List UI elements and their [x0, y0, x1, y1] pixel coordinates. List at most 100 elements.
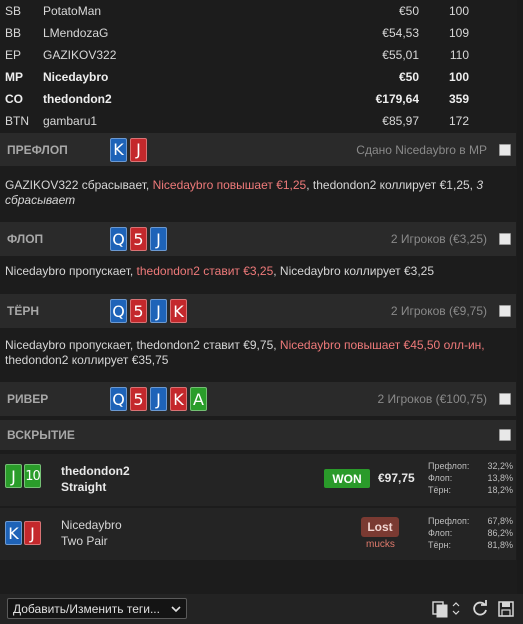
player-position: MP	[5, 70, 23, 84]
lost-badge: Lost	[361, 517, 399, 537]
loser-hand: Two Pair	[61, 534, 108, 548]
equity-row: Тёрн: 18,2%	[428, 484, 513, 496]
action-text: Nicedaybro пропускает,	[5, 264, 137, 278]
playing-card: K	[170, 299, 187, 323]
player-row: BTN gambaru1 €85,97 172	[0, 110, 523, 132]
loser-name: Nicedaybro	[61, 518, 122, 532]
player-name: GAZIKOV322	[43, 48, 117, 62]
equity-label: Тёрн:	[428, 485, 451, 495]
player-position: BB	[5, 26, 22, 40]
equity-row: Флоп: 13,8%	[428, 472, 513, 484]
street-turn-header: ТЁРН Q5JK 2 Игроков (€9,75)	[0, 294, 516, 328]
player-stack-bb: 109	[448, 26, 469, 40]
tags-dropdown-label: Добавить/Изменить теги...	[13, 601, 160, 616]
player-row: BB LMendozaG €54,53 109	[0, 22, 523, 44]
flop-actions: Nicedaybro пропускает, thedondon2 ставит…	[5, 264, 511, 279]
winner-cards: J 10	[5, 464, 41, 488]
street-preflop-header: ПРЕФЛОП KJ Сдано Nicedaybro в MP	[0, 133, 516, 166]
won-badge: WON	[324, 469, 370, 488]
preflop-checkbox[interactable]	[499, 143, 511, 156]
street-info: 2 Игроков (€3,25)	[390, 232, 487, 246]
showdown-checkbox[interactable]	[499, 429, 511, 441]
action-text: thedondon2 коллирует €35,75	[5, 353, 169, 367]
player-stack-bb: 100	[448, 4, 469, 18]
street-info: 2 Игроков (€9,75)	[390, 304, 487, 318]
save-icon[interactable]	[496, 599, 516, 619]
turn-actions: Nicedaybro пропускает, thedondon2 ставит…	[5, 338, 511, 368]
playing-card: A	[190, 387, 207, 411]
player-stack-bb: 100	[448, 70, 469, 84]
street-label: ФЛОП	[7, 232, 44, 246]
action-text: GAZIKOV322 сбрасывает,	[5, 178, 153, 192]
result-winner: J 10 thedondon2 Straight WON €97,75 Префл…	[0, 454, 516, 506]
street-label: ВСКРЫТИЕ	[7, 428, 75, 442]
equity-value: 18,2%	[487, 485, 513, 495]
player-stack-bb: 110	[449, 48, 469, 62]
river-checkbox[interactable]	[499, 393, 511, 405]
result-loser: KJ Nicedaybro Two Pair Lost mucks Префло…	[0, 508, 516, 560]
player-name: thedondon2	[43, 92, 112, 106]
won-amount: €97,75	[378, 471, 415, 485]
street-flop-header: ФЛОП Q5J 2 Игроков (€3,25)	[0, 222, 516, 256]
preflop-actions: GAZIKOV322 сбрасывает, Nicedaybro повыша…	[5, 178, 511, 208]
street-info: 2 Игроков (€100,75)	[377, 392, 488, 406]
flop-checkbox[interactable]	[499, 233, 511, 245]
action-text: Nicedaybro повышает €1,25	[152, 178, 307, 192]
equity-value: 81,8%	[487, 540, 513, 550]
player-stack: €50	[398, 70, 419, 84]
equity-label: Префлоп:	[428, 461, 470, 471]
equity-row: Флоп: 86,2%	[428, 527, 513, 539]
equity-label: Тёрн:	[428, 540, 451, 550]
playing-card: J	[150, 387, 167, 411]
player-name: Nicedaybro	[43, 70, 109, 84]
equity-row: Тёрн: 81,8%	[428, 539, 513, 551]
turn-checkbox[interactable]	[499, 305, 511, 317]
player-position: BTN	[5, 114, 29, 128]
flop-cards: Q5J	[110, 227, 167, 251]
turn-cards: Q5JK	[110, 299, 187, 323]
player-stack: €85,97	[382, 114, 419, 128]
street-label: РИВЕР	[7, 392, 49, 406]
street-info: Сдано Nicedaybro в MP	[356, 142, 487, 157]
refresh-icon[interactable]	[470, 599, 490, 619]
chevron-down-icon	[171, 601, 181, 620]
action-text: , Nicedaybro коллирует €3,25	[273, 264, 435, 278]
action-text: , thedondon2 коллирует €1,25,	[306, 178, 477, 192]
mucks-note: mucks	[366, 539, 395, 550]
playing-card: J	[24, 521, 41, 545]
playing-card: J	[130, 137, 147, 162]
tags-dropdown[interactable]: Добавить/Изменить теги...	[7, 598, 187, 619]
playing-card: K	[5, 521, 22, 545]
equity-label: Флоп:	[428, 473, 453, 483]
playing-card: Q	[110, 299, 127, 323]
player-stack: €50	[398, 4, 419, 18]
copy-icon[interactable]	[430, 599, 462, 619]
playing-card: J	[5, 464, 22, 488]
winner-equity-stats: Префлоп: 32,2% Флоп: 13,8% Тёрн: 18,2%	[428, 460, 513, 496]
playing-card: Q	[110, 387, 127, 411]
player-row: CO thedondon2 €179,64 359	[0, 88, 523, 110]
winner-hand: Straight	[61, 480, 107, 494]
playing-card: 5	[130, 299, 147, 323]
player-row: SB PotatoMan €50 100	[0, 0, 523, 22]
playing-card: J	[150, 227, 167, 251]
bottom-toolbar: Добавить/Изменить теги...	[0, 594, 523, 624]
street-showdown-header: ВСКРЫТИЕ	[0, 420, 516, 450]
player-position: EP	[5, 48, 22, 62]
player-stack: €179,64	[375, 92, 419, 106]
action-text: Nicedaybro повышает €45,50 олл-ин,	[279, 338, 485, 352]
preflop-cards: KJ	[110, 137, 147, 162]
playing-card: K	[170, 387, 187, 411]
equity-row: Префлоп: 67,8%	[428, 515, 513, 527]
equity-label: Флоп:	[428, 528, 453, 538]
street-label: ТЁРН	[7, 304, 40, 318]
player-name: gambaru1	[43, 114, 98, 128]
equity-row: Префлоп: 32,2%	[428, 460, 513, 472]
action-text: Nicedaybro пропускает, thedondon2 ставит…	[5, 338, 280, 352]
street-river-header: РИВЕР Q5JKA 2 Игроков (€100,75)	[0, 382, 516, 416]
player-name: LMendozaG	[43, 26, 109, 40]
player-stack-bb: 359	[448, 92, 469, 106]
equity-label: Префлоп:	[428, 516, 470, 526]
player-name: PotatoMan	[43, 4, 102, 18]
playing-card: 10	[24, 464, 41, 488]
